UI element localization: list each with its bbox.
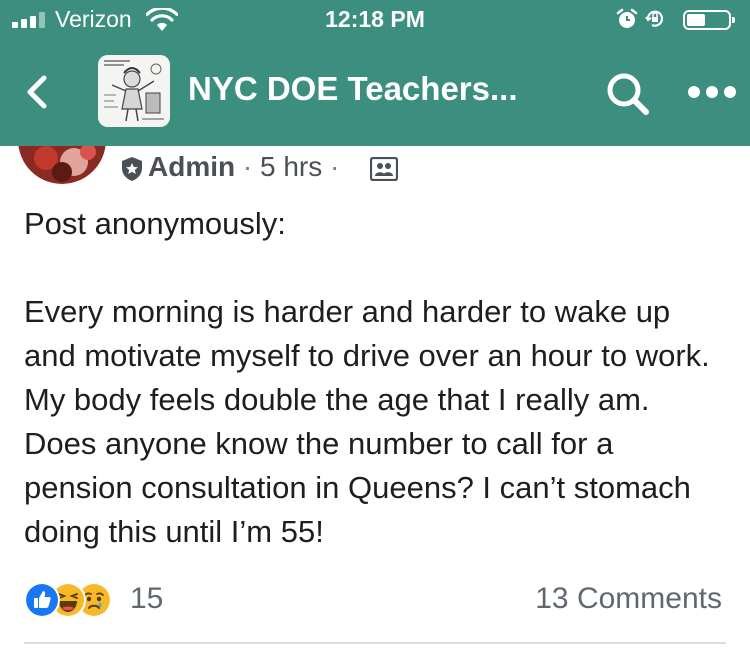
group-cover-illustration-icon bbox=[98, 55, 170, 127]
battery-icon bbox=[683, 10, 735, 30]
back-chevron-icon[interactable] bbox=[22, 72, 52, 112]
post-text-line: Post anonymously: bbox=[24, 206, 286, 241]
like-reaction-icon bbox=[24, 582, 60, 618]
post-body: Post anonymously: Every morning is harde… bbox=[24, 202, 724, 554]
reaction-count: 15 bbox=[130, 582, 164, 615]
group-title[interactable]: NYC DOE Teachers... bbox=[188, 70, 518, 108]
rotation-lock-icon bbox=[645, 10, 664, 27]
post-meta: Admin · 5 hrs · bbox=[120, 150, 420, 186]
divider bbox=[24, 642, 726, 644]
group-cover-thumbnail[interactable] bbox=[98, 55, 170, 127]
author-role[interactable]: Admin bbox=[148, 151, 235, 182]
meta-separator: · bbox=[242, 151, 253, 182]
alarm-icon bbox=[616, 8, 638, 28]
meta-separator-2: · bbox=[330, 151, 340, 182]
status-bar: Verizon 12:18 PM bbox=[0, 0, 750, 40]
app-header: Verizon 12:18 PM NYC DOE Teachers... bbox=[0, 0, 750, 146]
group-audience-icon bbox=[370, 157, 398, 181]
reactions-summary[interactable]: 15 bbox=[24, 582, 194, 618]
post-meta-text: Admin · 5 hrs · bbox=[148, 151, 339, 183]
post-time[interactable]: 5 hrs bbox=[260, 151, 322, 182]
comments-count-link[interactable]: 13 Comments bbox=[535, 582, 722, 616]
more-options-icon[interactable] bbox=[686, 86, 738, 100]
search-icon[interactable] bbox=[604, 70, 652, 118]
admin-shield-icon bbox=[122, 157, 142, 181]
post-text-paragraph: Every morning is harder and harder to wa… bbox=[24, 294, 710, 549]
status-icons bbox=[598, 7, 738, 33]
